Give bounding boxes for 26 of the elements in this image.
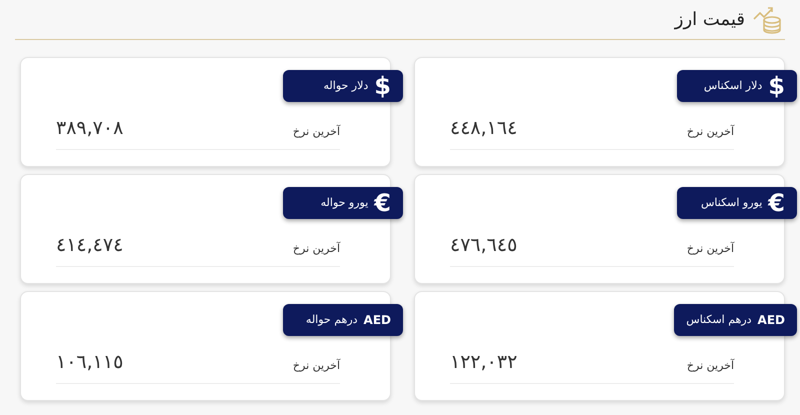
currency-symbol: $ <box>768 74 785 98</box>
rate-value: ٤٧٦,٦٤٥ <box>450 233 518 258</box>
rate-label: آخرین نرخ <box>292 241 340 258</box>
rate-value: ١٠٦,١١٥ <box>56 350 124 376</box>
currency-name: یورو حواله <box>320 194 368 211</box>
rate-value: ١٢٢,٠٣٢ <box>450 350 518 376</box>
rate-label: آخرین نرخ <box>686 124 734 140</box>
rate-label: آخرین نرخ <box>686 358 734 374</box>
currency-symbol: € <box>768 191 785 215</box>
rate-label: آخرین نرخ <box>686 241 734 258</box>
rate-label: آخرین نرخ <box>292 358 340 374</box>
rate-value: ٤١٤,٤٧٤ <box>56 233 124 258</box>
currency-symbol: AED <box>758 312 785 329</box>
currency-name: دلار اسکناس <box>704 78 762 94</box>
currency-name: دلار حواله <box>324 78 368 94</box>
currency-name: یورو اسکناس <box>700 194 762 211</box>
rate-value: ٣٨٩,٧٠٨ <box>56 116 124 142</box>
page-title: قیمت ارز <box>674 8 745 32</box>
currency-name: درهم حواله <box>306 312 358 328</box>
currency-symbol: € <box>374 191 391 215</box>
coins-chart-icon <box>753 4 783 34</box>
currency-symbol: AED <box>364 312 391 329</box>
rate-value: ٤٤٨,١٦٤ <box>450 116 518 142</box>
rate-label: آخرین نرخ <box>292 124 340 140</box>
currency-symbol: $ <box>374 74 391 98</box>
currency-name: درهم اسکناس <box>686 312 752 328</box>
